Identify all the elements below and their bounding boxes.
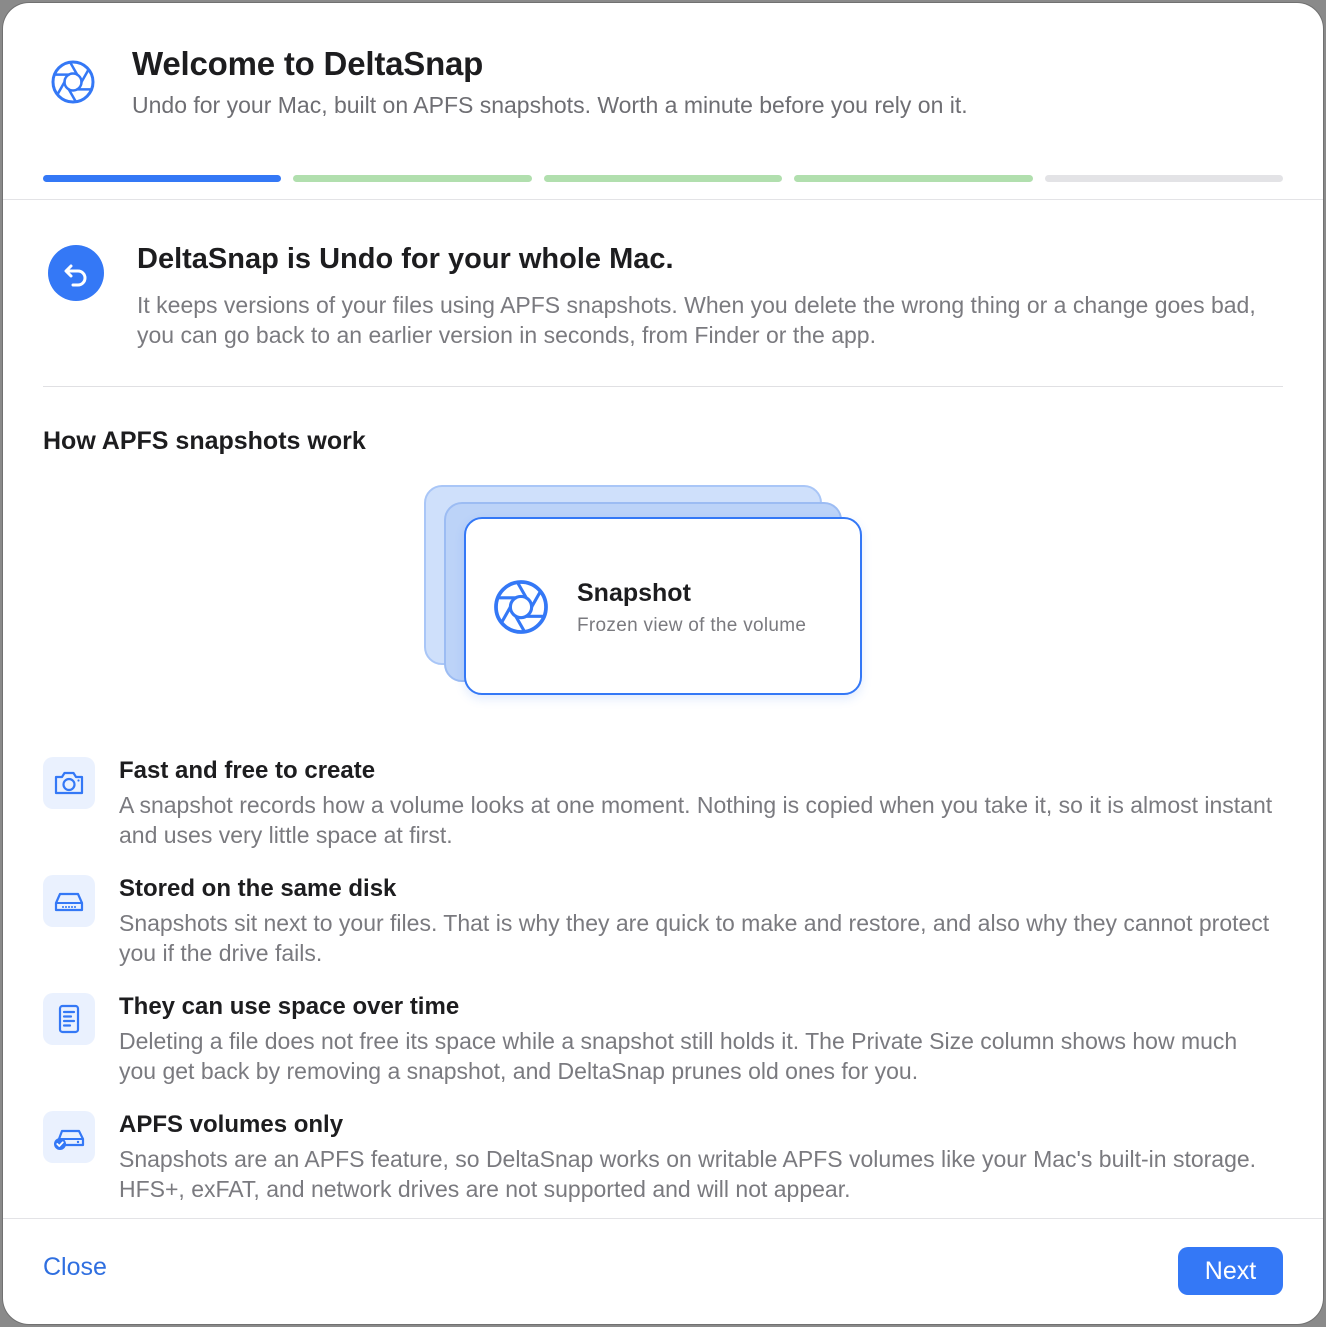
onboarding-window: Welcome to DeltaSnap Undo for your Mac, … [3, 3, 1323, 1324]
drive-checkmark-icon [54, 1129, 85, 1150]
app-title: Welcome to DeltaSnap [132, 45, 484, 82]
feature-title: APFS volumes only [119, 1111, 344, 1138]
feature-text: Snapshots are an APFS feature, so DeltaS… [119, 1146, 1257, 1202]
section-title: How APFS snapshots work [43, 427, 366, 455]
camera-icon [54, 771, 84, 795]
feature-text: Deleting a file does not free its space … [119, 1028, 1238, 1084]
header: Welcome to DeltaSnap Undo for your Mac, … [3, 3, 1323, 199]
snapshot-card-subtitle: Frozen view of the volume [577, 615, 807, 636]
step-progress [43, 175, 1284, 182]
app-subtitle: Undo for your Mac, built on APFS snapsho… [132, 92, 968, 118]
document-icon [58, 1004, 80, 1034]
internal-drive-icon [54, 892, 84, 912]
feature-icon-tile [43, 993, 95, 1045]
footer-divider [3, 1218, 1323, 1219]
intro-title: DeltaSnap is Undo for your whole Mac. [137, 243, 674, 275]
intro-text: It keeps versions of your files using AP… [137, 292, 1256, 348]
step-indicator-1 [43, 175, 282, 182]
feature-title: Fast and free to create [119, 757, 376, 784]
snapshot-card-title: Snapshot [577, 579, 691, 607]
feature-title: Stored on the same disk [119, 875, 397, 902]
snapshot-card: Snapshot Frozen view of the volume [464, 517, 862, 695]
next-button[interactable]: Next [1178, 1247, 1283, 1295]
close-button[interactable]: Close [43, 1253, 107, 1282]
intro-badge [48, 245, 104, 301]
step-indicator-4 [794, 175, 1033, 182]
feature-icon-tile [43, 875, 95, 927]
feature-icon-tile [43, 1111, 95, 1163]
feature-title: They can use space over time [119, 993, 460, 1020]
step-indicator-3 [543, 175, 783, 182]
feature-icon-tile [43, 757, 95, 809]
feature-text: Snapshots sit next to your files. That i… [119, 910, 1270, 966]
step-indicator-2 [293, 175, 532, 182]
aperture-icon [494, 580, 548, 634]
feature-text: A snapshot records how a volume looks at… [119, 792, 1273, 848]
section-divider [43, 386, 1283, 387]
header-divider [3, 199, 1323, 200]
aperture-icon [51, 60, 95, 104]
undo-arrow-icon [64, 264, 87, 287]
step-indicator-5 [1044, 175, 1284, 182]
